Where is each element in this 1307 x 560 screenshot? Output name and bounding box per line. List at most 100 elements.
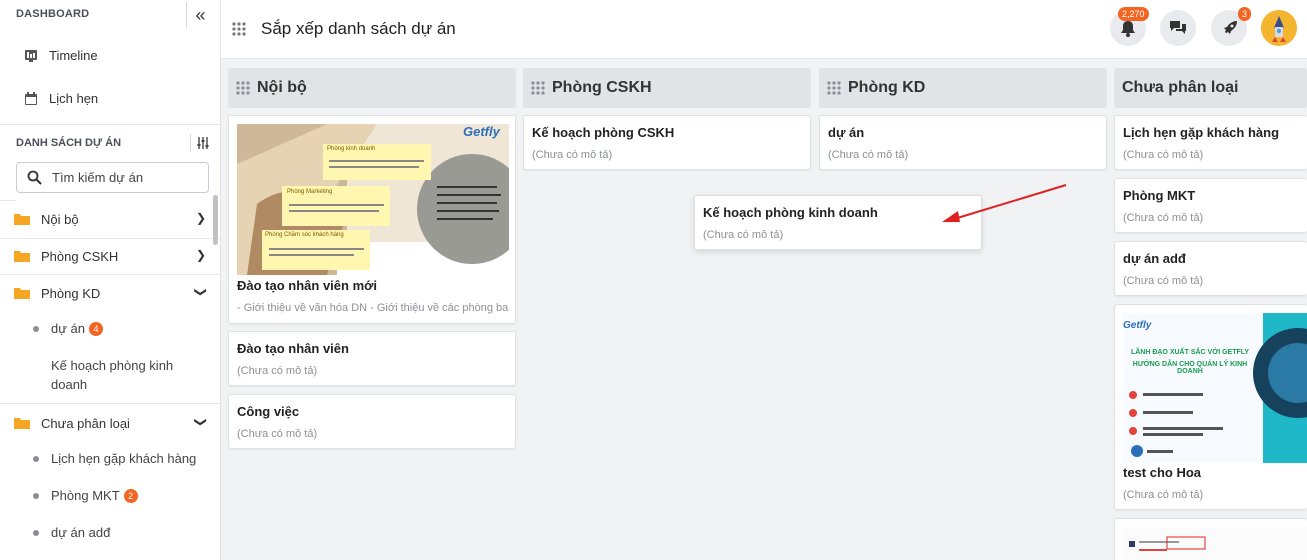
sidebar-project-phong-mkt[interactable]: Phòng MKT 2 [33, 486, 203, 505]
card-thumbnail-image [1123, 313, 1307, 463]
project-card-phong-mkt[interactable]: Phòng MKT (Chưa có mô tả) [1114, 178, 1307, 233]
project-card-ke-hoach-cskh[interactable]: Kế hoạch phòng CSKH (Chưa có mô tả) [523, 115, 811, 170]
chevron-down-icon: ❯ [193, 286, 208, 298]
sidebar-project-du-an[interactable]: dự án 4 [33, 319, 203, 338]
card-title: Kế hoạch phòng CSKH [532, 125, 675, 140]
board-column-chua-phan-loai: Chưa phân loại [1114, 68, 1307, 108]
project-card-cong-viec[interactable]: Công việc (Chưa có mô tả) [228, 394, 516, 449]
card-title: Đào tạo nhân viên mới [237, 278, 377, 293]
bullet-icon [33, 530, 39, 536]
board-column-phong-cskh: Phòng CSKH [523, 68, 811, 108]
card-thumbnail-image [1123, 527, 1307, 560]
card-description: (Chưa có mô tả) [828, 149, 909, 161]
column-title: Phòng KD [848, 79, 926, 96]
search-icon [27, 170, 42, 185]
sidebar-project-du-an-add[interactable]: dự án adđ [33, 523, 203, 542]
sidebar-item-timeline[interactable]: Timeline [24, 48, 98, 63]
sidebar-item-lich-hen[interactable]: Lịch hẹn [24, 91, 98, 106]
drag-grip-icon [232, 22, 246, 36]
messages-button[interactable] [1160, 10, 1196, 46]
dragging-project-card[interactable]: Kế hoạch phòng kinh doanh (Chưa có mô tả… [694, 195, 982, 250]
project-card-du-an-add[interactable]: dự án adđ (Chưa có mô tả) [1114, 241, 1307, 296]
folder-icon [14, 288, 30, 299]
folder-label: Chưa phân loại [41, 415, 130, 431]
card-description: (Chưa có mô tả) [1123, 212, 1204, 224]
bullet-icon [33, 493, 39, 499]
double-chevron-left-icon: « [195, 4, 206, 25]
folder-noi-bo[interactable]: Nội bộ ❯ [14, 209, 210, 229]
red-arrow-annotation [942, 184, 1067, 222]
project-label: dự án adđ [51, 525, 111, 540]
divider [0, 274, 221, 275]
notification-count-badge: 2,270 [1118, 7, 1149, 21]
card-description: (Chưa có mô tả) [1123, 275, 1204, 287]
chevron-right-icon: ❯ [195, 248, 206, 262]
project-label: dự án [51, 321, 86, 336]
thumbnail-note-label: Phòng Chăm sóc khách hàng [265, 232, 344, 238]
getfly-logo: Getfly [463, 124, 500, 139]
card-description: (Chưa có mô tả) [237, 365, 318, 377]
card-title: Đào tạo nhân viên [237, 341, 349, 356]
card-title: test cho Hoa [1123, 465, 1202, 480]
search-placeholder: Tìm kiếm dự án [52, 170, 144, 185]
bullet-icon [33, 326, 39, 332]
count-badge: 4 [89, 322, 104, 336]
thumbnail-note-label: Phòng kinh doanh [327, 146, 376, 152]
folder-label: Phòng KD [41, 285, 101, 301]
column-title: Phòng CSKH [552, 79, 652, 96]
sidebar-scrollbar[interactable] [213, 195, 218, 245]
column-header[interactable]: Phòng KD [819, 68, 1107, 108]
thumbnail-note-label: Phòng Marketing [287, 189, 333, 195]
project-card-partial[interactable] [1114, 518, 1307, 560]
rocket-count-badge: 3 [1238, 7, 1252, 21]
card-description: (Chưa có mô tả) [1123, 149, 1204, 161]
project-card-dao-tao-nv-moi[interactable]: Getfly Phòng kinh doanh Phòng Marketing … [228, 115, 516, 324]
column-title: Nội bộ [257, 79, 307, 96]
card-title: Phòng MKT [1123, 188, 1196, 203]
sidebar-item-label: Lịch hẹn [49, 91, 99, 106]
banner-headline: LÃNH ĐẠO XUẤT SẮC VỚI GETFLY [1130, 349, 1250, 356]
sidebar-project-ke-hoach-kd[interactable]: Kế hoạch phòng kinh doanh [33, 356, 203, 394]
column-header[interactable]: Chưa phân loại [1114, 68, 1307, 108]
user-avatar[interactable] [1261, 10, 1297, 46]
divider [0, 403, 221, 404]
project-card-du-an[interactable]: dự án (Chưa có mô tả) [819, 115, 1107, 170]
project-search-input[interactable]: Tìm kiếm dự án [16, 162, 209, 193]
folder-label: Phòng CSKH [41, 248, 119, 264]
chevron-down-icon: ❯ [193, 416, 208, 428]
card-title: Lịch hẹn gặp khách hàng [1123, 125, 1280, 140]
card-title: Công việc [237, 404, 300, 419]
divider [0, 124, 221, 125]
chat-icon [1170, 21, 1186, 34]
sliders-icon [197, 137, 209, 149]
filter-settings-button[interactable] [190, 134, 210, 152]
column-header[interactable]: Phòng CSKH [523, 68, 811, 108]
project-card-test-cho-hoa[interactable]: Getfly LÃNH ĐẠO XUẤT SẮC VỚI GETFLY HƯỚN… [1114, 304, 1307, 510]
board-column-noi-bo: Nội bộ [228, 68, 516, 108]
divider [0, 200, 16, 201]
sidebar-project-lich-hen[interactable]: Lịch hẹn gặp khách hàng [33, 449, 203, 468]
folder-chua-phan-loai[interactable]: Chưa phân loại ❯ [14, 413, 210, 433]
bell-icon [1121, 20, 1135, 37]
folder-icon [14, 418, 30, 429]
card-description: (Chưa có mô tả) [703, 229, 784, 241]
card-description: (Chưa có mô tả) [532, 149, 613, 161]
banner-subline: HƯỚNG DẪN CHO QUẢN LÝ KINH DOANH [1132, 361, 1248, 375]
card-title: Kế hoạch phòng kinh doanh [703, 205, 878, 220]
folder-phong-kd[interactable]: Phòng KD ❯ [14, 283, 210, 303]
folder-phong-cskh[interactable]: Phòng CSKH ❯ [14, 246, 210, 266]
top-header: Sắp xếp danh sách dự án 2,270 3 [221, 0, 1307, 59]
collapse-sidebar-button[interactable]: « [186, 2, 214, 28]
project-card-dao-tao-nv[interactable]: Đào tạo nhân viên (Chưa có mô tả) [228, 331, 516, 386]
project-list-title: DANH SÁCH DỰ ÁN [16, 137, 122, 149]
column-header[interactable]: Nội bộ [228, 68, 516, 108]
timeline-icon [25, 49, 37, 62]
card-description: - Giới thiệu về văn hóa DN - Giới thiệu … [237, 302, 509, 314]
project-card-lich-hen[interactable]: Lịch hẹn gặp khách hàng (Chưa có mô tả) [1114, 115, 1307, 170]
project-label: Lịch hẹn gặp khách hàng [51, 451, 197, 466]
folder-label: Nội bộ [41, 211, 79, 227]
avatar-image [1261, 10, 1297, 46]
project-label: Phòng MKT [51, 488, 120, 503]
sidebar: DASHBOARD « Timeline Lịch hẹn DANH SÁCH … [0, 0, 221, 560]
drag-grip-icon [827, 81, 841, 95]
